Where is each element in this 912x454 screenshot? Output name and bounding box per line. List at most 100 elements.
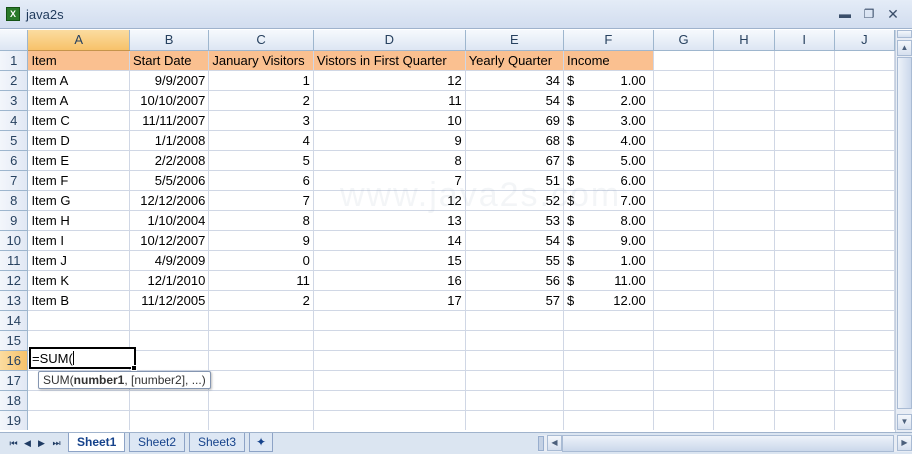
cell[interactable]: $1.00: [563, 70, 654, 91]
header-cell[interactable]: Vistors in First Quarter: [313, 50, 466, 71]
cell[interactable]: [713, 370, 775, 391]
cell[interactable]: [713, 410, 775, 430]
column-header-i[interactable]: I: [774, 30, 835, 51]
cell[interactable]: 10: [313, 110, 466, 131]
cell[interactable]: [774, 130, 835, 151]
column-header-c[interactable]: C: [208, 30, 314, 51]
cell[interactable]: [27, 310, 130, 331]
cell[interactable]: [713, 150, 775, 171]
cell[interactable]: $5.00: [563, 150, 654, 171]
row-header[interactable]: 10: [0, 230, 29, 251]
cell[interactable]: [834, 270, 895, 291]
horizontal-scroll-thumb[interactable]: [562, 435, 894, 452]
cell[interactable]: Item D: [27, 130, 130, 151]
cell[interactable]: [313, 390, 466, 411]
cell[interactable]: [713, 170, 775, 191]
tab-split-handle[interactable]: [538, 436, 544, 451]
cell[interactable]: [653, 230, 715, 251]
scroll-up-icon[interactable]: ▲: [897, 40, 912, 56]
cell[interactable]: $3.00: [563, 110, 654, 131]
cell[interactable]: $8.00: [563, 210, 654, 231]
cell[interactable]: [653, 350, 715, 371]
cell[interactable]: [208, 410, 314, 430]
cell[interactable]: 10/12/2007: [129, 230, 210, 251]
cell[interactable]: [313, 410, 466, 430]
cell[interactable]: 2/2/2008: [129, 150, 210, 171]
split-box[interactable]: [897, 30, 912, 38]
cell[interactable]: [653, 150, 715, 171]
cell[interactable]: 9: [313, 130, 466, 151]
cell[interactable]: [313, 350, 466, 371]
header-cell[interactable]: Income: [563, 50, 654, 71]
row-header[interactable]: 17: [0, 370, 29, 391]
cell[interactable]: 13: [313, 210, 466, 231]
cell[interactable]: 12: [313, 70, 466, 91]
cell[interactable]: 52: [465, 190, 565, 211]
select-all-corner[interactable]: [0, 30, 29, 51]
cell[interactable]: 17: [313, 290, 466, 311]
cell[interactable]: [774, 270, 835, 291]
cell[interactable]: [834, 230, 895, 251]
cell[interactable]: [313, 330, 466, 351]
cell[interactable]: [834, 170, 895, 191]
header-cell[interactable]: Item: [27, 50, 130, 71]
cell[interactable]: [774, 190, 835, 211]
cell[interactable]: [774, 50, 835, 71]
cell[interactable]: [713, 70, 775, 91]
cell[interactable]: 3: [208, 110, 314, 131]
column-header-e[interactable]: E: [465, 30, 565, 51]
column-header-d[interactable]: D: [313, 30, 466, 51]
cell[interactable]: [834, 390, 895, 411]
row-header[interactable]: 19: [0, 410, 29, 430]
cell[interactable]: [208, 310, 314, 331]
cell[interactable]: [713, 210, 775, 231]
cell[interactable]: Item I: [27, 230, 130, 251]
cell[interactable]: 7: [208, 190, 314, 211]
cell[interactable]: [774, 70, 835, 91]
row-header[interactable]: 13: [0, 290, 29, 311]
cell[interactable]: [653, 250, 715, 271]
cell[interactable]: 6: [208, 170, 314, 191]
cell[interactable]: 8: [313, 150, 466, 171]
vertical-scroll-thumb[interactable]: [897, 57, 912, 409]
cell[interactable]: 16: [313, 270, 466, 291]
cell[interactable]: [774, 410, 835, 430]
cell[interactable]: [653, 50, 715, 71]
cell[interactable]: [713, 250, 775, 271]
row-header[interactable]: 11: [0, 250, 29, 271]
function-tooltip[interactable]: SUM(number1, [number2], ...): [38, 371, 211, 389]
cell[interactable]: 1: [208, 70, 314, 91]
cell[interactable]: [653, 370, 715, 391]
column-header-b[interactable]: B: [129, 30, 210, 51]
cell[interactable]: 55: [465, 250, 565, 271]
cell[interactable]: 11/11/2007: [129, 110, 210, 131]
first-sheet-icon[interactable]: ⏮: [8, 437, 19, 449]
cell[interactable]: 9: [208, 230, 314, 251]
cell[interactable]: Item H: [27, 210, 130, 231]
cell[interactable]: 4: [208, 130, 314, 151]
minimize-button[interactable]: ▬: [836, 6, 854, 22]
cell[interactable]: [563, 350, 654, 371]
cell[interactable]: $7.00: [563, 190, 654, 211]
cell[interactable]: [713, 110, 775, 131]
cell[interactable]: [129, 390, 210, 411]
cell[interactable]: [834, 190, 895, 211]
cell[interactable]: [774, 110, 835, 131]
row-header[interactable]: 9: [0, 210, 29, 231]
last-sheet-icon[interactable]: ⏭: [51, 437, 62, 449]
row-header[interactable]: 16: [0, 350, 29, 371]
cell[interactable]: [653, 110, 715, 131]
cell[interactable]: [713, 90, 775, 111]
cell[interactable]: [713, 270, 775, 291]
cell[interactable]: [653, 290, 715, 311]
cell[interactable]: [774, 370, 835, 391]
cell[interactable]: Item G: [27, 190, 130, 211]
insert-sheet-icon[interactable]: ✦: [249, 433, 273, 452]
cell[interactable]: [465, 310, 565, 331]
tab-sheet2[interactable]: Sheet2: [129, 433, 186, 452]
cell[interactable]: $9.00: [563, 230, 654, 251]
cell[interactable]: [713, 50, 775, 71]
cell[interactable]: [713, 190, 775, 211]
cell[interactable]: 14: [313, 230, 466, 251]
cell[interactable]: 12/1/2010: [129, 270, 210, 291]
